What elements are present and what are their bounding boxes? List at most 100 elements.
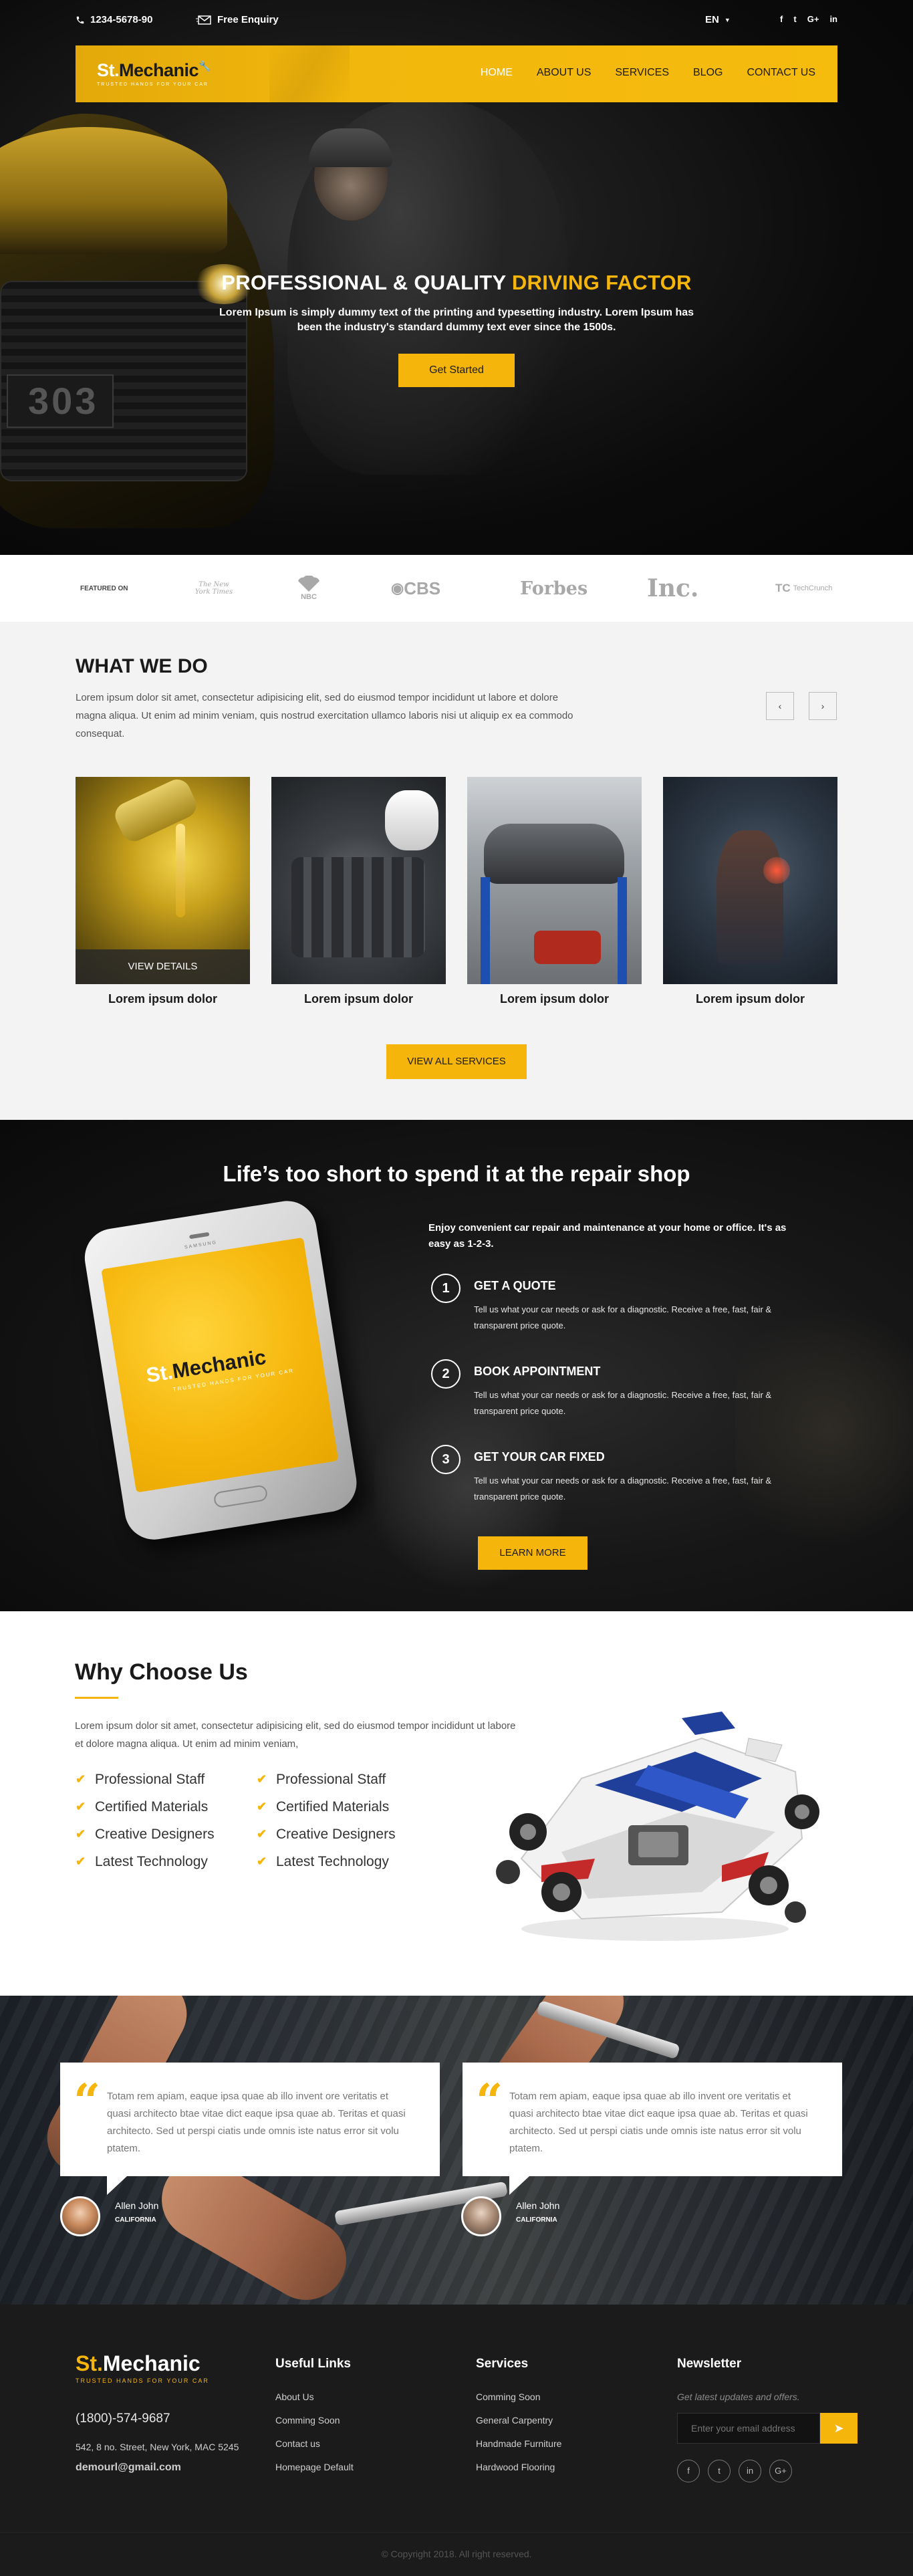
- testimonial-author: Allen John: [516, 2200, 560, 2211]
- step-title: GET YOUR CAR FIXED: [474, 1450, 605, 1463]
- footer-phone[interactable]: (1800)-574-9687: [76, 2412, 170, 2426]
- step-text: Tell us what your car needs or ask for a…: [474, 1304, 772, 1330]
- newsletter-submit-button[interactable]: ➤: [820, 2413, 858, 2444]
- why-text: Lorem ipsum dolor sit amet, consectetur …: [75, 1720, 516, 1750]
- learn-more-button[interactable]: LEARN MORE: [478, 1536, 588, 1570]
- service-card[interactable]: Lorem ipsum dolor: [467, 777, 642, 1012]
- topbar-enquiry[interactable]: Free Enquiry: [196, 14, 279, 25]
- linkedin-icon[interactable]: in: [829, 14, 837, 24]
- testimonial-author: Allen John: [115, 2200, 159, 2211]
- service-card[interactable]: VIEW DETAILS Lorem ipsum dolor: [76, 777, 250, 1012]
- quote-icon: “: [476, 2073, 503, 2129]
- why-choose-us-section: Why Choose Us Lorem ipsum dolor sit amet…: [0, 1611, 913, 1996]
- testimonial-location: CALIFORNIA: [516, 2216, 557, 2224]
- site-logo[interactable]: St.Mechanic🔧 TRUSTED HANDS FOR YOUR CAR: [97, 60, 211, 87]
- testimonial-tail: [509, 2176, 529, 2195]
- testimonials-section: “ Totam rem apiam, eaque ipsa quae ab il…: [0, 1996, 913, 2305]
- why-list-item: ✔ Professional Staff: [257, 1766, 396, 1793]
- footer-logo[interactable]: St.Mechanic TRUSTED HANDS FOR YOUR CAR: [76, 2351, 209, 2384]
- twitter-icon[interactable]: t: [793, 14, 796, 24]
- facebook-icon[interactable]: f: [780, 14, 783, 24]
- why-item-label: Certified Materials: [276, 1798, 390, 1814]
- view-all-services-button[interactable]: VIEW ALL SERVICES: [386, 1044, 527, 1079]
- footer: St.Mechanic TRUSTED HANDS FOR YOUR CAR (…: [0, 2305, 913, 2576]
- inc-logo: Inc.: [647, 574, 699, 602]
- logo-text: St.Mechanic🔧: [97, 60, 211, 81]
- phone-logo-part1: St.: [144, 1360, 174, 1387]
- phone-mockup: SAMSUNG St.Mechanic TRUSTED HANDS FOR YO…: [80, 1195, 374, 1544]
- peacock-icon: [298, 576, 319, 592]
- car-lift-image: [467, 777, 642, 984]
- nav-about[interactable]: ABOUT US: [537, 67, 592, 79]
- why-list-item: ✔ Latest Technology: [76, 1848, 215, 1875]
- google-plus-icon[interactable]: G+: [807, 14, 819, 24]
- check-icon: ✔: [257, 1772, 267, 1786]
- what-we-do-text: Lorem ipsum dolor sit amet, consectetur …: [76, 692, 573, 739]
- footer-link[interactable]: General Carpentry: [476, 2415, 561, 2438]
- testimonial-card: “ Totam rem apiam, eaque ipsa quae ab il…: [60, 2063, 440, 2195]
- logo-part1: St.: [97, 60, 120, 80]
- footer-useful-links: Useful Links About Us Comming Soon Conta…: [275, 2357, 354, 2485]
- check-icon: ✔: [76, 1772, 86, 1786]
- step-number: 2: [431, 1359, 461, 1389]
- facebook-icon[interactable]: f: [677, 2460, 700, 2482]
- nav-contact[interactable]: CONTACT US: [747, 67, 815, 79]
- lift-car-red: [534, 931, 601, 964]
- service-card[interactable]: Lorem ipsum dolor: [663, 777, 837, 1012]
- flashlight-glow: [763, 857, 790, 884]
- carousel-next-button[interactable]: ›: [809, 692, 837, 720]
- check-icon: ✔: [76, 1855, 86, 1868]
- topbar-phone[interactable]: 1234-5678-90: [76, 14, 152, 25]
- footer-link[interactable]: Comming Soon: [476, 2391, 561, 2415]
- forbes-logo: Forbes: [520, 578, 588, 599]
- underbody-inspection-image: [663, 777, 837, 984]
- repair-title: Life’s too short to spend it at the repa…: [223, 1161, 690, 1186]
- get-started-button[interactable]: Get Started: [398, 354, 515, 387]
- nyt-logo: The New York Times: [194, 581, 233, 596]
- repair-intro: Enjoy convenient car repair and maintena…: [428, 1222, 787, 1250]
- footer-link[interactable]: Homepage Default: [275, 2462, 354, 2485]
- paper-plane-icon: ➤: [833, 2422, 844, 2435]
- why-list-right: ✔ Professional Staff ✔ Certified Materials…: [257, 1766, 396, 1875]
- footer-address: 542, 8 no. Street, New York, MAC 5245: [76, 2442, 239, 2452]
- main-navbar: St.Mechanic🔧 TRUSTED HANDS FOR YOUR CAR …: [76, 45, 837, 102]
- why-list-item: ✔ Professional Staff: [76, 1766, 215, 1793]
- testimonial-location: CALIFORNIA: [115, 2216, 156, 2224]
- language-select[interactable]: EN ▼: [705, 14, 731, 25]
- twitter-icon[interactable]: t: [708, 2460, 731, 2482]
- linkedin-icon[interactable]: in: [739, 2460, 761, 2482]
- why-list-left: ✔ Professional Staff ✔ Certified Materials…: [76, 1766, 215, 1875]
- footer-email[interactable]: demourl@gmail.com: [76, 2462, 181, 2474]
- nav-blog[interactable]: BLOG: [693, 67, 723, 79]
- view-details-button[interactable]: VIEW DETAILS: [76, 949, 250, 984]
- footer-divider: [0, 2532, 913, 2533]
- lift-post-right: [618, 877, 627, 984]
- testimonial-card: “ Totam rem apiam, eaque ipsa quae ab il…: [463, 2063, 842, 2195]
- carousel-prev-button[interactable]: ‹: [766, 692, 794, 720]
- service-card-title: Lorem ipsum dolor: [499, 992, 609, 1006]
- logo-part2: Mechan: [119, 60, 184, 80]
- testimonial-text: Totam rem apiam, eaque ipsa quae ab illo…: [107, 2091, 406, 2154]
- lifted-car-shape: [484, 824, 624, 884]
- copyright: © Copyright 2018. All right reserved.: [381, 2549, 532, 2559]
- footer-link[interactable]: Handmade Furniture: [476, 2438, 561, 2462]
- navbar-decoration: [269, 45, 350, 102]
- newsletter-email-input[interactable]: [677, 2413, 820, 2444]
- oil-can-shape: [110, 777, 201, 846]
- engine-repair-image: [271, 777, 446, 984]
- footer-link[interactable]: Contact us: [275, 2438, 354, 2462]
- service-card[interactable]: Lorem ipsum dolor: [271, 777, 446, 1012]
- google-plus-icon[interactable]: G+: [769, 2460, 792, 2482]
- oil-change-image: VIEW DETAILS: [76, 777, 250, 984]
- footer-link[interactable]: Hardwood Flooring: [476, 2462, 561, 2485]
- step-text: Tell us what your car needs or ask for a…: [474, 1476, 772, 1502]
- nav-home[interactable]: HOME: [481, 67, 513, 79]
- nav-services[interactable]: SERVICES: [615, 67, 669, 79]
- featured-label: FEATURED ON: [80, 584, 128, 592]
- step-title: BOOK APPOINTMENT: [474, 1365, 601, 1378]
- exploded-car-image: [496, 1712, 819, 1941]
- footer-link[interactable]: About Us: [275, 2391, 354, 2415]
- footer-link[interactable]: Comming Soon: [275, 2415, 354, 2438]
- why-list-item: ✔ Creative Designers: [76, 1821, 215, 1848]
- footer-social: f t in G+: [677, 2460, 858, 2482]
